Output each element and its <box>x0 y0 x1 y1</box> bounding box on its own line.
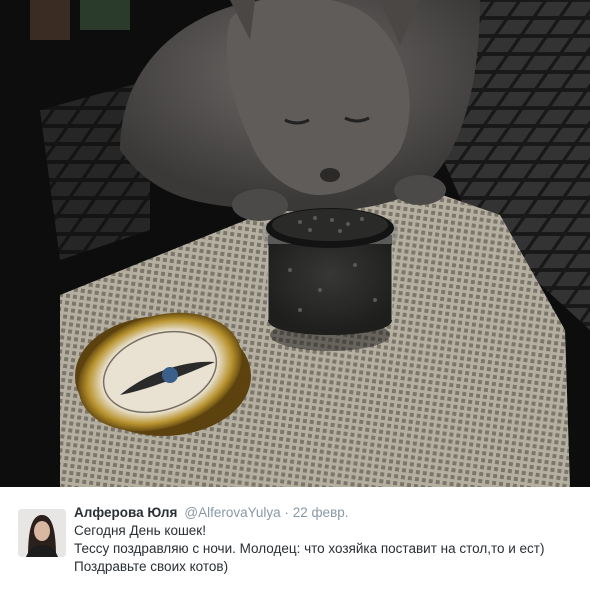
tweet-text-line-3: Поздравьте своих котов) <box>74 559 229 574</box>
tweet-header: Алферова Юля @AlferovaYulya · 22 февр. <box>74 504 584 522</box>
separator: · <box>284 505 289 520</box>
user-avatar-photo <box>18 509 66 557</box>
tweet-text-line-1: Сегодня День кошек! <box>74 523 206 538</box>
author-handle[interactable]: @AlferovaYulya <box>184 505 280 520</box>
tweet-photo[interactable] <box>0 0 590 487</box>
tweet: Алферова Юля @AlferovaYulya · 22 февр. Се… <box>0 487 590 589</box>
tweet-text-line-2: Тессу поздравляю с ночи. Молодец: что хо… <box>74 541 545 556</box>
author-name[interactable]: Алферова Юля <box>74 505 177 520</box>
cat-with-caviar-image <box>0 0 590 487</box>
avatar[interactable] <box>18 509 66 557</box>
tweet-date[interactable]: 22 февр. <box>293 505 349 520</box>
